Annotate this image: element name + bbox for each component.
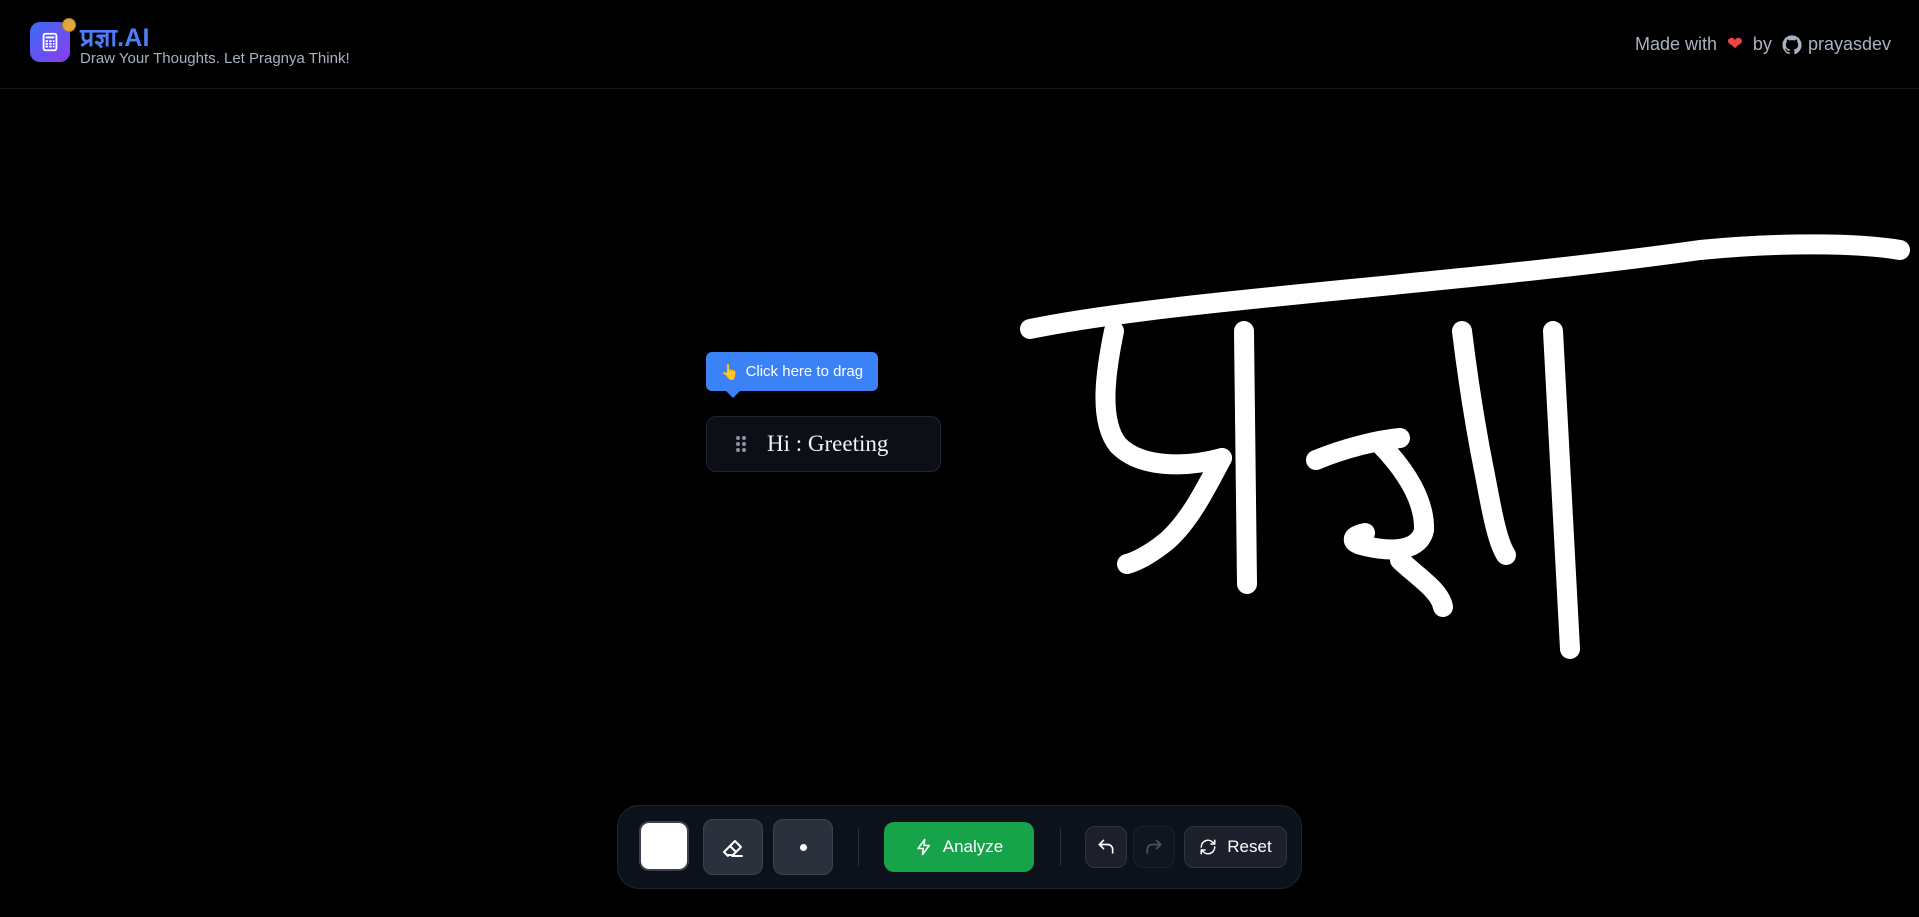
logo-status-dot xyxy=(62,18,76,32)
by-label: by xyxy=(1752,34,1772,54)
lightning-icon xyxy=(917,838,930,856)
eraser-icon xyxy=(723,840,743,857)
reset-label: Reset xyxy=(1227,837,1272,856)
toolbar-divider xyxy=(1060,828,1061,866)
color-picker-button[interactable] xyxy=(639,821,689,871)
brush-size-dot-icon xyxy=(799,843,807,851)
pointing-hand-icon: 👆 xyxy=(720,363,740,381)
heart-icon: ❤ xyxy=(1727,34,1743,55)
author-name: prayasdev xyxy=(1807,34,1891,54)
app-title: प्रज्ञा.AI xyxy=(80,24,150,52)
drag-hint-text: Click here to drag xyxy=(745,363,864,380)
redo-icon xyxy=(1146,839,1162,854)
reset-button[interactable]: Reset xyxy=(1184,826,1287,868)
eraser-button[interactable] xyxy=(703,819,763,875)
brush-size-button[interactable] xyxy=(773,819,833,875)
handwritten-drawing xyxy=(1020,234,1910,659)
refresh-icon xyxy=(1200,839,1216,855)
redo-button[interactable] xyxy=(1133,826,1175,868)
author-github-link[interactable]: prayasdev xyxy=(1782,34,1891,55)
app-header: प्रज्ञा.AI Draw Your Thoughts. Let Pragn… xyxy=(0,0,1919,89)
credits: Made with ❤ by prayasdev xyxy=(1635,33,1891,56)
result-card[interactable]: Hi : Greeting xyxy=(706,416,941,472)
analyze-button[interactable]: Analyze xyxy=(884,822,1034,872)
drag-handle-icon[interactable] xyxy=(735,435,747,453)
undo-button[interactable] xyxy=(1085,826,1127,868)
github-icon xyxy=(1782,34,1802,54)
toolbar-divider xyxy=(858,828,859,866)
analyze-label: Analyze xyxy=(942,837,1004,856)
undo-icon xyxy=(1098,839,1114,854)
bottom-toolbar: Analyze Reset xyxy=(617,805,1302,889)
app-tagline: Draw Your Thoughts. Let Pragnya Think! xyxy=(80,50,350,67)
result-text: Hi : Greeting xyxy=(767,431,889,456)
drawing-canvas[interactable]: 👆 Click here to drag Hi : Greeting xyxy=(0,89,1919,917)
drag-hint-tooltip: 👆 Click here to drag xyxy=(706,352,878,398)
made-with-label: Made with xyxy=(1634,34,1717,54)
